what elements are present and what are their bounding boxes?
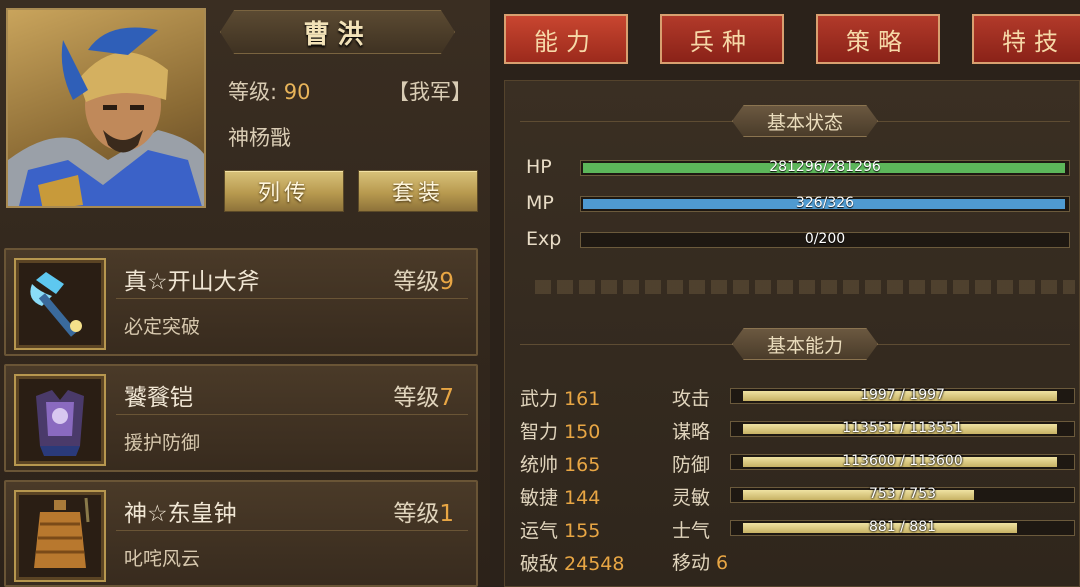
equipment-slot-accessory[interactable]: 神☆东皇钟 等级1 叱咤风云 xyxy=(4,480,478,587)
ability-bar: 753 / 753 xyxy=(730,486,1075,503)
hero-portrait xyxy=(6,8,206,208)
ability-bar-text: 113551 / 113551 xyxy=(842,420,963,436)
status-bar: 326/326 xyxy=(580,195,1070,212)
ability-bar: 113600 / 113600 xyxy=(730,453,1075,470)
ability-bar-text: 1997 / 1997 xyxy=(860,387,945,403)
status-bar-text: 0/200 xyxy=(804,231,846,247)
equipment-slot-weapon[interactable]: 真☆开山大斧 等级9 必定突破 xyxy=(4,248,478,356)
equipment-name: 神☆东皇钟 xyxy=(124,501,237,527)
stat-item: 敏捷 144 xyxy=(520,487,601,509)
status-bar-label: HP xyxy=(526,156,552,178)
equipment-level: 等级1 xyxy=(393,501,454,527)
ability-bar-text: 881 / 881 xyxy=(868,519,937,535)
divider xyxy=(116,414,468,415)
armor-icon xyxy=(14,374,106,466)
equipment-level: 等级9 xyxy=(393,269,454,295)
ability-bar-label: 攻击 xyxy=(672,388,711,410)
equipment-desc: 叱咤风云 xyxy=(124,548,201,570)
equipment-desc: 援护防御 xyxy=(124,432,201,454)
biography-button[interactable]: 列传 xyxy=(224,170,344,212)
decorative-border xyxy=(535,280,1075,294)
ability-bar-text: 753 / 753 xyxy=(868,486,937,502)
equipment-name: 饕餮铠 xyxy=(124,385,193,411)
general-portrait-icon xyxy=(8,27,204,206)
status-bar-label: MP xyxy=(526,192,554,214)
faction-label: 【我军】 xyxy=(388,80,472,104)
basic-ability-title: 基本能力 xyxy=(732,328,878,360)
divider xyxy=(116,298,468,299)
status-bar-text: 326/326 xyxy=(795,195,855,211)
stat-item: 统帅 165 xyxy=(520,454,601,476)
hero-nameplate: 曹洪 xyxy=(220,10,455,54)
ability-bar: 1997 / 1997 xyxy=(730,387,1075,404)
equipment-desc: 必定突破 xyxy=(124,316,201,338)
status-bar-label: Exp xyxy=(526,228,562,250)
ability-bar: 113551 / 113551 xyxy=(730,420,1075,437)
level-label: 等级: xyxy=(228,80,278,104)
stat-item: 智力 150 xyxy=(520,421,601,443)
status-bar-text: 281296/281296 xyxy=(769,159,881,175)
stat-item: 破敌 24548 xyxy=(520,553,625,575)
hero-level: 等级: 90 xyxy=(228,76,311,106)
ability-bar: 881 / 881 xyxy=(730,519,1075,536)
stat-item: 运气 155 xyxy=(520,520,601,542)
status-bar: 281296/281296 xyxy=(580,159,1070,176)
level-value: 90 xyxy=(283,80,311,104)
divider xyxy=(116,530,468,531)
tab-ability[interactable]: 能力 xyxy=(504,14,628,64)
ability-bar-label: 谋略 xyxy=(672,421,711,443)
ability-bar-text: 113600 / 113600 xyxy=(842,453,963,469)
basic-status-title: 基本状态 xyxy=(732,105,878,137)
move-stat: 移动 6 xyxy=(672,552,729,574)
tab-skill[interactable]: 特技 xyxy=(972,14,1080,64)
equipment-name: 真☆开山大斧 xyxy=(124,269,260,295)
hero-title: 神杨戬 xyxy=(228,126,291,150)
tab-troop[interactable]: 兵种 xyxy=(660,14,784,64)
ability-bar-label: 防御 xyxy=(672,454,711,476)
ability-bar-label: 士气 xyxy=(672,520,711,542)
ability-bar-label: 灵敏 xyxy=(672,487,711,509)
status-bar: 0/200 xyxy=(580,231,1070,248)
equipment-slot-armor[interactable]: 饕餮铠 等级7 援护防御 xyxy=(4,364,478,472)
tab-strategy[interactable]: 策略 xyxy=(816,14,940,64)
stat-item: 武力 161 xyxy=(520,388,601,410)
bell-icon xyxy=(14,490,106,582)
axe-icon xyxy=(14,258,106,350)
equipment-level: 等级7 xyxy=(393,385,454,411)
equipment-set-button[interactable]: 套装 xyxy=(358,170,478,212)
hero-name: 曹洪 xyxy=(303,19,372,50)
